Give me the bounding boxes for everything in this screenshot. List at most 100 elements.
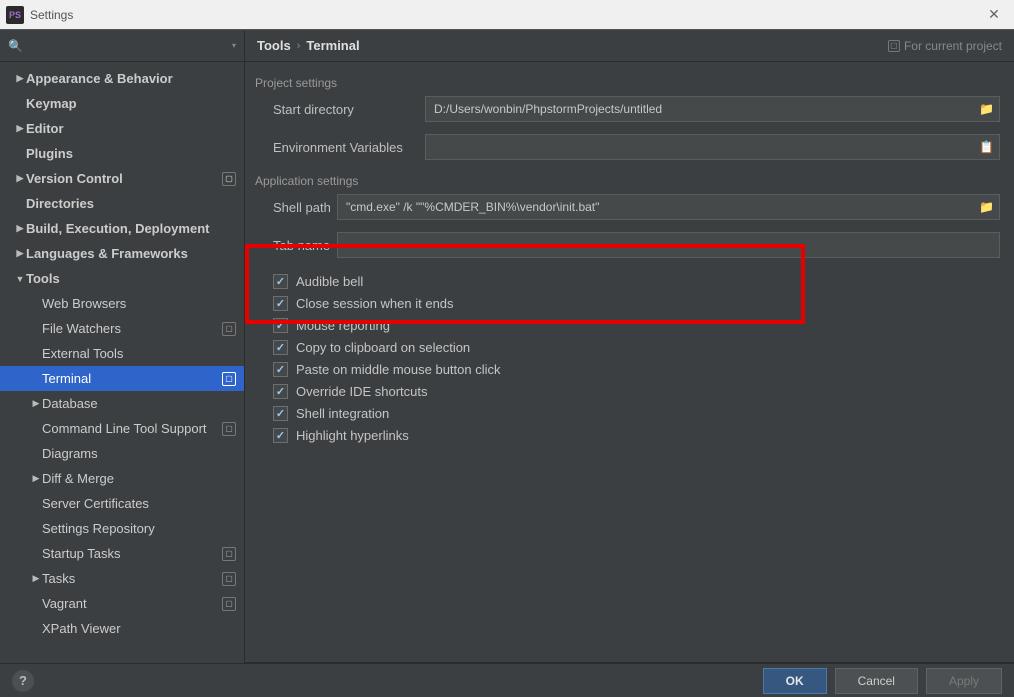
- checkbox[interactable]: ✓: [273, 428, 288, 443]
- checkbox-label: Shell integration: [296, 406, 389, 421]
- search-dropdown-icon[interactable]: ▾: [232, 41, 236, 50]
- checkbox[interactable]: ✓: [273, 318, 288, 333]
- settings-tree: ▶Appearance & BehaviorKeymap▶EditorPlugi…: [0, 62, 244, 663]
- chevron-down-icon: ▼: [14, 274, 26, 284]
- breadcrumb-leaf: Terminal: [306, 38, 359, 53]
- checkbox-row-shell-integration[interactable]: ✓ Shell integration: [255, 402, 1000, 424]
- sidebar-item-label: Diff & Merge: [42, 471, 244, 486]
- sidebar-item-terminal[interactable]: Terminal▢: [0, 366, 244, 391]
- checkbox-row-audible-bell[interactable]: ✓ Audible bell: [255, 270, 1000, 292]
- settings-content: Tools › Terminal ▢ For current project P…: [245, 30, 1014, 663]
- sidebar-item-label: Diagrams: [42, 446, 244, 461]
- checkbox-row-close-session-when-it-ends[interactable]: ✓ Close session when it ends: [255, 292, 1000, 314]
- sidebar-item-database[interactable]: ▶Database: [0, 391, 244, 416]
- checkbox-row-mouse-reporting[interactable]: ✓ Mouse reporting: [255, 314, 1000, 336]
- app-logo: PS: [6, 6, 24, 24]
- checkbox-row-paste-on-middle-mouse-button-click[interactable]: ✓Paste on middle mouse button click: [255, 358, 1000, 380]
- sidebar-item-plugins[interactable]: Plugins: [0, 141, 244, 166]
- sidebar-item-version-control[interactable]: ▶Version Control▢: [0, 166, 244, 191]
- sidebar-item-label: Vagrant: [42, 596, 222, 611]
- checkbox[interactable]: ✓: [273, 340, 288, 355]
- chevron-right-icon: ›: [297, 40, 301, 52]
- sidebar-item-tools[interactable]: ▼Tools: [0, 266, 244, 291]
- chevron-right-icon: ▶: [14, 223, 26, 234]
- sidebar-item-vagrant[interactable]: Vagrant▢: [0, 591, 244, 616]
- search-input[interactable]: [27, 39, 230, 53]
- env-vars-label: Environment Variables: [255, 140, 425, 155]
- settings-sidebar: 🔍 ▾ ▶Appearance & BehaviorKeymap▶EditorP…: [0, 30, 245, 663]
- shell-path-label: Shell path: [255, 200, 337, 215]
- sidebar-item-appearance-behavior[interactable]: ▶Appearance & Behavior: [0, 66, 244, 91]
- sidebar-item-label: Terminal: [42, 371, 222, 386]
- search-icon: 🔍: [8, 39, 23, 53]
- project-scope-icon: ▢: [888, 40, 900, 52]
- sidebar-item-settings-repository[interactable]: Settings Repository: [0, 516, 244, 541]
- folder-icon[interactable]: 📁: [979, 102, 994, 116]
- chevron-right-icon: ▶: [30, 573, 42, 584]
- search-row: 🔍 ▾: [0, 30, 244, 62]
- checkbox-row-copy-to-clipboard-on-selection[interactable]: ✓ Copy to clipboard on selection: [255, 336, 1000, 358]
- breadcrumb: Tools › Terminal ▢ For current project: [245, 30, 1014, 62]
- checkbox-label: Close session when it ends: [296, 296, 454, 311]
- sidebar-item-keymap[interactable]: Keymap: [0, 91, 244, 116]
- sidebar-item-label: External Tools: [42, 346, 244, 361]
- tab-name-row: Tab name: [255, 232, 1000, 258]
- shell-path-input[interactable]: [337, 194, 1000, 220]
- sidebar-item-label: Keymap: [26, 96, 244, 111]
- sidebar-item-label: Tools: [26, 271, 244, 286]
- sidebar-item-editor[interactable]: ▶Editor: [0, 116, 244, 141]
- sidebar-item-external-tools[interactable]: External Tools: [0, 341, 244, 366]
- tab-name-input[interactable]: [337, 232, 1000, 258]
- project-scope-icon: ▢: [222, 372, 236, 386]
- sidebar-item-command-line-tool-support[interactable]: Command Line Tool Support▢: [0, 416, 244, 441]
- sidebar-item-languages-frameworks[interactable]: ▶Languages & Frameworks: [0, 241, 244, 266]
- project-scope-icon: ▢: [222, 322, 236, 336]
- checkbox[interactable]: ✓: [273, 362, 288, 377]
- sidebar-item-diff-merge[interactable]: ▶Diff & Merge: [0, 466, 244, 491]
- checkbox[interactable]: ✓: [273, 406, 288, 421]
- checkbox-row-highlight-hyperlinks[interactable]: ✓ Highlight hyperlinks: [255, 424, 1000, 446]
- sidebar-item-label: Plugins: [26, 146, 244, 161]
- checkbox-label: Audible bell: [296, 274, 363, 289]
- project-scope-icon: ▢: [222, 422, 236, 436]
- sidebar-item-label: XPath Viewer: [42, 621, 244, 636]
- project-scope-icon: ▢: [222, 572, 236, 586]
- folder-icon[interactable]: 📁: [979, 200, 994, 214]
- close-icon[interactable]: ✕: [980, 1, 1008, 29]
- sidebar-item-label: Appearance & Behavior: [26, 71, 244, 86]
- sidebar-item-build-execution-deployment[interactable]: ▶Build, Execution, Deployment: [0, 216, 244, 241]
- checkbox[interactable]: ✓: [273, 296, 288, 311]
- sidebar-item-diagrams[interactable]: Diagrams: [0, 441, 244, 466]
- sidebar-item-label: Startup Tasks: [42, 546, 222, 561]
- chevron-right-icon: ▶: [14, 123, 26, 134]
- project-scope-icon: ▢: [222, 172, 236, 186]
- tab-name-label: Tab name: [255, 238, 337, 253]
- start-directory-input[interactable]: [425, 96, 1000, 122]
- checkbox-label: Copy to clipboard on selection: [296, 340, 470, 355]
- list-icon[interactable]: 📋: [979, 140, 994, 154]
- sidebar-item-label: Settings Repository: [42, 521, 244, 536]
- window-title: Settings: [30, 8, 73, 22]
- scope-hint: ▢ For current project: [888, 39, 1002, 53]
- sidebar-item-xpath-viewer[interactable]: XPath Viewer: [0, 616, 244, 641]
- checkbox-label: Highlight hyperlinks: [296, 428, 409, 443]
- apply-button[interactable]: Apply: [926, 668, 1002, 694]
- sidebar-item-web-browsers[interactable]: Web Browsers: [0, 291, 244, 316]
- sidebar-item-label: Version Control: [26, 171, 222, 186]
- sidebar-item-startup-tasks[interactable]: Startup Tasks▢: [0, 541, 244, 566]
- sidebar-item-directories[interactable]: Directories: [0, 191, 244, 216]
- checkbox-row-override-ide-shortcuts[interactable]: ✓Override IDE shortcuts: [255, 380, 1000, 402]
- start-directory-row: Start directory 📁: [255, 96, 1000, 122]
- checkbox[interactable]: ✓: [273, 274, 288, 289]
- env-vars-input[interactable]: [425, 134, 1000, 160]
- sidebar-item-file-watchers[interactable]: File Watchers▢: [0, 316, 244, 341]
- cancel-button[interactable]: Cancel: [835, 668, 918, 694]
- sidebar-item-tasks[interactable]: ▶Tasks▢: [0, 566, 244, 591]
- app-settings-title: Application settings: [255, 172, 1000, 194]
- checkbox[interactable]: ✓: [273, 384, 288, 399]
- sidebar-item-server-certificates[interactable]: Server Certificates: [0, 491, 244, 516]
- help-button[interactable]: ?: [12, 670, 34, 692]
- ok-button[interactable]: OK: [763, 668, 827, 694]
- shell-path-row: Shell path 📁: [255, 194, 1000, 220]
- checkbox-label: Mouse reporting: [296, 318, 390, 333]
